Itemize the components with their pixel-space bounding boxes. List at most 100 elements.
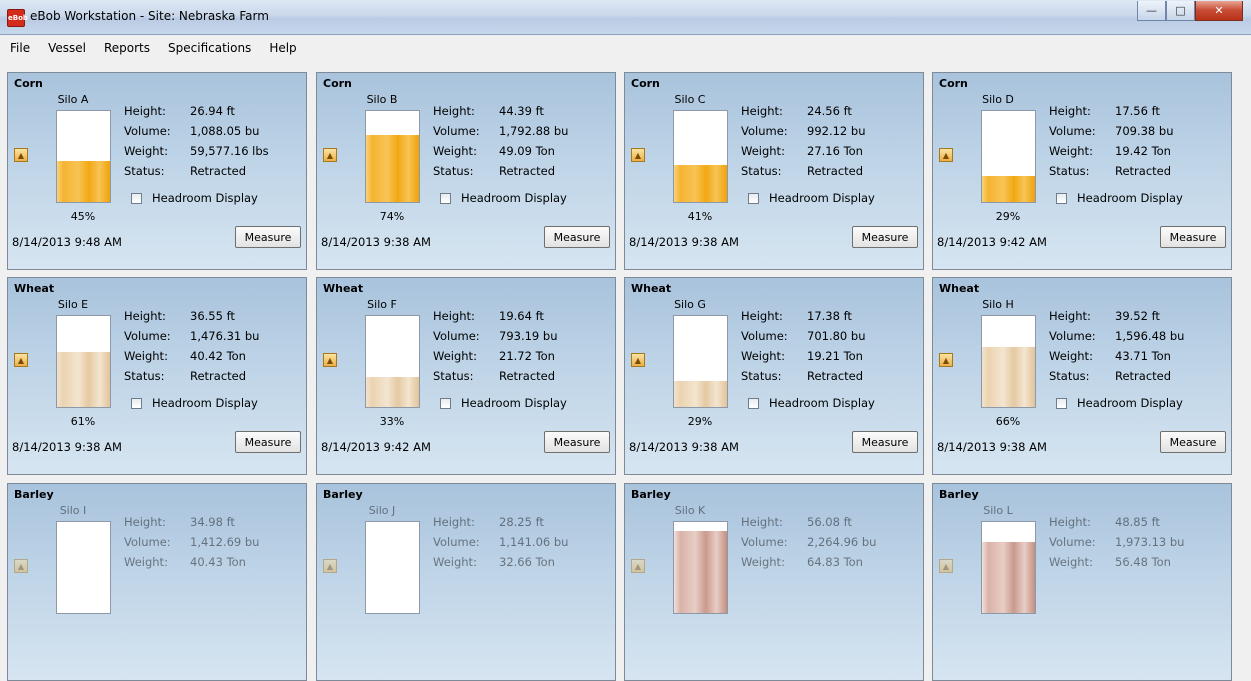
grain-type: Corn <box>631 77 660 90</box>
headroom-label: Headroom Display <box>461 191 567 205</box>
silo-panel[interactable]: Corn Silo A ▲ 45% 8/14/2013 9:48 AM Meas… <box>7 72 307 270</box>
headroom-checkbox[interactable] <box>440 397 451 409</box>
raise-arrow-icon[interactable]: ▲ <box>939 148 953 162</box>
headroom-display-option[interactable]: Headroom Display <box>748 396 875 410</box>
app-icon[interactable]: eBob <box>7 9 28 27</box>
raise-arrow-icon[interactable]: ▲ <box>631 148 645 162</box>
silo-panel[interactable]: Barley Silo L ▲ Measure Height:48.85 ft … <box>932 483 1232 681</box>
minimize-button[interactable]: — <box>1137 1 1166 21</box>
menu-help[interactable]: Help <box>261 41 304 55</box>
weight-value: 59,577.16 lbs <box>190 144 269 158</box>
silo-panel[interactable]: Wheat Silo G ▲ 29% 8/14/2013 9:38 AM Mea… <box>624 277 924 475</box>
headroom-checkbox[interactable] <box>440 192 451 204</box>
menu-vessel[interactable]: Vessel <box>40 41 94 55</box>
volume-value: 1,141.06 bu <box>499 535 569 549</box>
status-label: Status: <box>124 369 165 383</box>
silo-name: Silo L <box>983 504 1013 517</box>
raise-arrow-icon[interactable]: ▲ <box>631 353 645 367</box>
headroom-display-option[interactable]: Headroom Display <box>131 396 258 410</box>
volume-row: Volume: 1,476.31 bu <box>124 326 259 346</box>
raise-arrow-icon[interactable]: ▲ <box>939 559 953 573</box>
close-button[interactable]: ✕ <box>1195 1 1243 21</box>
status-value: Retracted <box>190 164 247 178</box>
headroom-display-option[interactable]: Headroom Display <box>440 191 567 205</box>
silo-panel[interactable]: Corn Silo C ▲ 41% 8/14/2013 9:38 AM Meas… <box>624 72 924 270</box>
height-row: Height: 48.85 ft <box>1049 512 1184 532</box>
raise-arrow-icon[interactable]: ▲ <box>14 353 28 367</box>
headroom-checkbox[interactable] <box>131 397 142 409</box>
measure-button[interactable]: Measure <box>544 431 610 453</box>
measure-button[interactable]: Measure <box>1160 226 1226 248</box>
silo-fill <box>674 531 727 613</box>
raise-arrow-icon[interactable]: ▲ <box>14 148 28 162</box>
silo-panel[interactable]: Corn Silo B ▲ 74% 8/14/2013 9:38 AM Meas… <box>316 72 616 270</box>
raise-arrow-icon[interactable]: ▲ <box>631 559 645 573</box>
status-row: Status: Retracted <box>741 366 865 386</box>
silo-panel[interactable]: Barley Silo J ▲ Measure Height:28.25 ft … <box>316 483 616 681</box>
measure-button[interactable]: Measure <box>852 226 918 248</box>
measure-button[interactable]: Measure <box>235 226 301 248</box>
menu-specifications[interactable]: Specifications <box>160 41 259 55</box>
volume-value: 709.38 bu <box>1115 124 1174 138</box>
silo-panel[interactable]: Barley Silo I ▲ Measure Height:34.98 ft … <box>7 483 307 681</box>
silo-stats: Height: 34.98 ft Volume: 1,412.69 bu Weigh… <box>124 512 259 572</box>
height-row: Height: 19.64 ft <box>433 306 557 326</box>
silo-panel[interactable]: Wheat Silo H ▲ 66% 8/14/2013 9:38 AM Mea… <box>932 277 1232 475</box>
measure-button[interactable]: Measure <box>544 226 610 248</box>
status-label: Status: <box>741 369 782 383</box>
silo-fill <box>982 542 1035 613</box>
height-label: Height: <box>741 309 783 323</box>
silo-level-gauge <box>365 110 420 203</box>
volume-row: Volume: 709.38 bu <box>1049 121 1173 141</box>
silo-panel[interactable]: Barley Silo K ▲ Measure Height:56.08 ft … <box>624 483 924 681</box>
measurement-timestamp: 8/14/2013 9:38 AM <box>629 440 739 454</box>
volume-value: 701.80 bu <box>807 329 866 343</box>
weight-row: Weight: 27.16 Ton <box>741 141 865 161</box>
raise-arrow-icon[interactable]: ▲ <box>14 559 28 573</box>
height-row: Height: 36.55 ft <box>124 306 259 326</box>
height-label: Height: <box>124 309 166 323</box>
headroom-display-option[interactable]: Headroom Display <box>748 191 875 205</box>
status-row: Status: Retracted <box>1049 366 1184 386</box>
silo-panel[interactable]: Wheat Silo E ▲ 61% 8/14/2013 9:38 AM Mea… <box>7 277 307 475</box>
headroom-checkbox[interactable] <box>748 192 759 204</box>
measure-button[interactable]: Measure <box>235 431 301 453</box>
measure-button[interactable]: Measure <box>852 431 918 453</box>
volume-label: Volume: <box>741 535 788 549</box>
headroom-checkbox[interactable] <box>1056 397 1067 409</box>
headroom-checkbox[interactable] <box>1056 192 1067 204</box>
raise-arrow-icon[interactable]: ▲ <box>323 148 337 162</box>
status-row: Status: Retracted <box>433 161 568 181</box>
raise-arrow-icon[interactable]: ▲ <box>939 353 953 367</box>
silo-panel[interactable]: Corn Silo D ▲ 29% 8/14/2013 9:42 AM Meas… <box>932 72 1232 270</box>
maximize-button[interactable]: □ <box>1166 1 1195 21</box>
raise-arrow-icon[interactable]: ▲ <box>323 353 337 367</box>
silo-name: Silo H <box>982 298 1014 311</box>
silo-stats: Height: 24.56 ft Volume: 992.12 bu Weight:… <box>741 101 865 181</box>
silo-panel[interactable]: Wheat Silo F ▲ 33% 8/14/2013 9:42 AM Mea… <box>316 277 616 475</box>
headroom-label: Headroom Display <box>152 191 258 205</box>
raise-arrow-icon[interactable]: ▲ <box>323 559 337 573</box>
volume-row: Volume: 793.19 bu <box>433 326 557 346</box>
height-label: Height: <box>433 104 475 118</box>
volume-label: Volume: <box>124 329 171 343</box>
menu-reports[interactable]: Reports <box>96 41 158 55</box>
weight-row: Weight: 64.83 Ton <box>741 552 876 572</box>
menu-file[interactable]: File <box>2 41 38 55</box>
headroom-checkbox[interactable] <box>748 397 759 409</box>
headroom-display-option[interactable]: Headroom Display <box>131 191 258 205</box>
weight-label: Weight: <box>433 144 477 158</box>
height-row: Height: 17.38 ft <box>741 306 865 326</box>
headroom-display-option[interactable]: Headroom Display <box>1056 396 1183 410</box>
silo-name: Silo F <box>367 298 397 311</box>
headroom-display-option[interactable]: Headroom Display <box>1056 191 1183 205</box>
volume-row: Volume: 1,141.06 bu <box>433 532 568 552</box>
headroom-display-option[interactable]: Headroom Display <box>440 396 567 410</box>
silo-fill <box>982 175 1035 202</box>
silo-stats: Height: 39.52 ft Volume: 1,596.48 bu Weigh… <box>1049 306 1184 386</box>
height-label: Height: <box>124 104 166 118</box>
headroom-label: Headroom Display <box>461 396 567 410</box>
height-row: Height: 39.52 ft <box>1049 306 1184 326</box>
headroom-checkbox[interactable] <box>131 192 142 204</box>
measure-button[interactable]: Measure <box>1160 431 1226 453</box>
